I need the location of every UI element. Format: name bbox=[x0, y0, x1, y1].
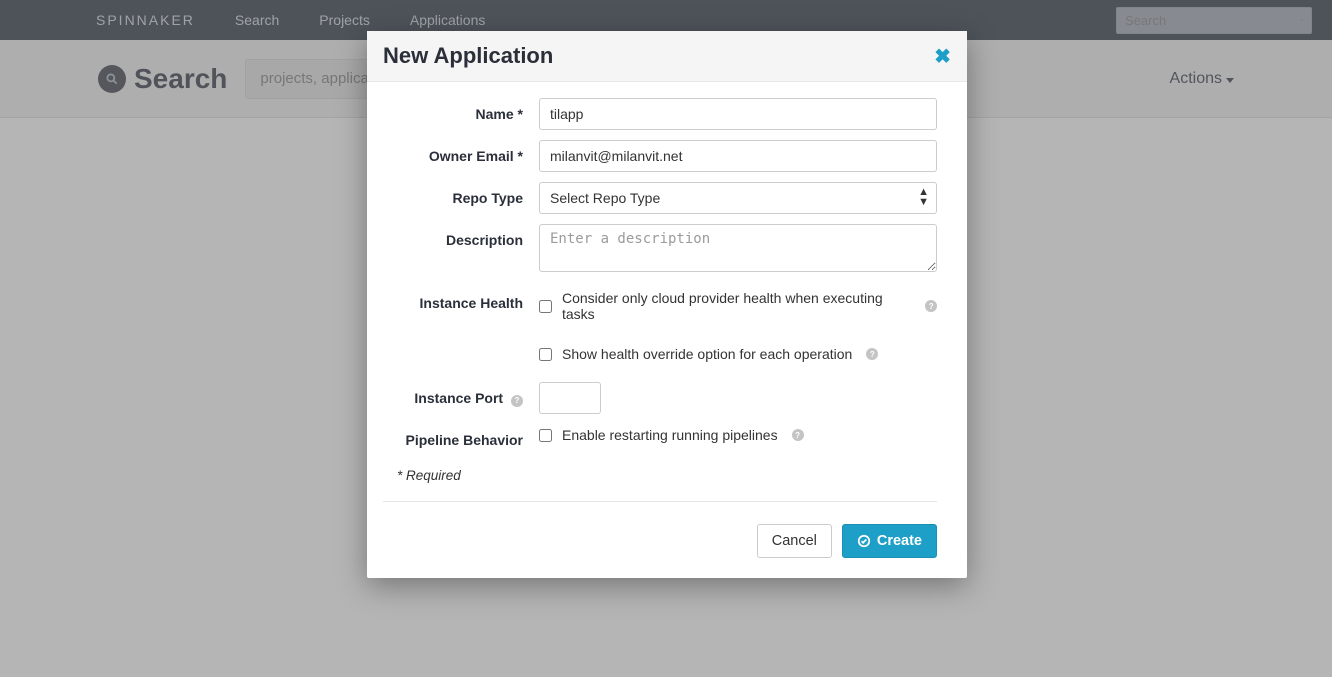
label-instance-port: Instance Port ? bbox=[383, 382, 539, 414]
health-option-1-label: Consider only cloud provider health when… bbox=[562, 290, 911, 322]
description-input[interactable] bbox=[539, 224, 937, 272]
repo-type-select[interactable]: Select Repo Type bbox=[539, 182, 937, 214]
health-checkbox-2[interactable] bbox=[539, 348, 552, 361]
cancel-button-label: Cancel bbox=[772, 533, 817, 549]
label-owner-email: Owner Email * bbox=[383, 140, 539, 172]
label-repo-type: Repo Type bbox=[383, 182, 539, 214]
name-input[interactable] bbox=[539, 98, 937, 130]
help-icon[interactable]: ? bbox=[511, 395, 523, 407]
help-icon[interactable]: ? bbox=[866, 348, 878, 360]
modal-title: New Application bbox=[383, 43, 553, 69]
health-checkbox-1[interactable] bbox=[539, 300, 552, 313]
modal-footer: Cancel Create bbox=[367, 510, 967, 578]
modal-body: Name * Owner Email * Repo Type Select Re… bbox=[367, 82, 967, 510]
pipeline-option[interactable]: Enable restarting running pipelines ? bbox=[539, 424, 937, 453]
health-option-2-label: Show health override option for each ope… bbox=[562, 346, 852, 362]
label-name: Name * bbox=[383, 98, 539, 130]
help-icon[interactable]: ? bbox=[925, 300, 937, 312]
check-circle-icon bbox=[857, 534, 871, 548]
new-application-modal: New Application ✖ Name * Owner Email * R… bbox=[367, 31, 967, 578]
cancel-button[interactable]: Cancel bbox=[757, 524, 832, 558]
create-button-label: Create bbox=[877, 533, 922, 549]
owner-email-input[interactable] bbox=[539, 140, 937, 172]
label-pipeline-behavior: Pipeline Behavior bbox=[383, 424, 539, 456]
pipeline-option-label: Enable restarting running pipelines bbox=[562, 427, 778, 443]
health-option-1[interactable]: Consider only cloud provider health when… bbox=[539, 287, 937, 332]
health-option-2[interactable]: Show health override option for each ope… bbox=[539, 332, 937, 372]
label-description: Description bbox=[383, 224, 539, 256]
instance-port-input[interactable] bbox=[539, 382, 601, 414]
modal-divider bbox=[383, 501, 937, 502]
create-button[interactable]: Create bbox=[842, 524, 937, 558]
required-note: * Required bbox=[397, 468, 937, 483]
label-instance-health: Instance Health bbox=[383, 287, 539, 319]
help-icon[interactable]: ? bbox=[792, 429, 804, 441]
modal-header: New Application ✖ bbox=[367, 31, 967, 82]
pipeline-checkbox[interactable] bbox=[539, 429, 552, 442]
close-icon[interactable]: ✖ bbox=[934, 44, 951, 69]
